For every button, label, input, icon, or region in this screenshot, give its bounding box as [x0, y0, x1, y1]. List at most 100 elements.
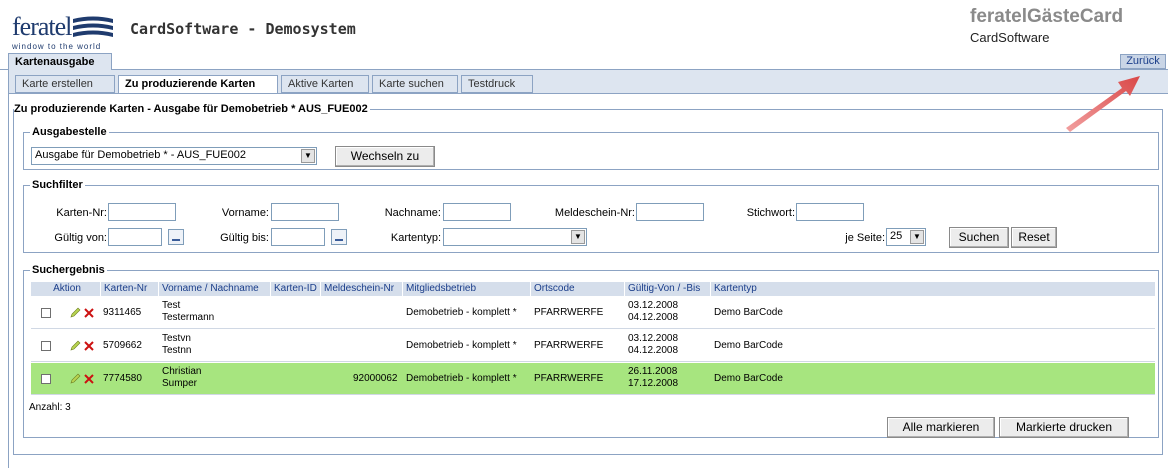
cell-gueltig-von: 03.12.2008	[628, 333, 679, 344]
annotation-arrow-icon	[1066, 76, 1140, 132]
top-tab-strip: Kartenausgabe Zurück	[0, 53, 1168, 70]
ausgabestelle-select-value: Ausgabe für Demobetrieb * - AUS_FUE002	[35, 149, 246, 161]
cell-mitgliedsbetrieb: Demobetrieb - komplett *	[406, 307, 517, 318]
cell-gueltig-bis: 17.12.2008	[628, 378, 679, 389]
tab-karte-erstellen[interactable]: Karte erstellen	[15, 75, 115, 93]
ausgabestelle-legend: Ausgabestelle	[32, 126, 107, 138]
cell-karten-nr: 7774580	[103, 373, 142, 384]
row-checkbox[interactable]	[41, 374, 51, 384]
col-ortscode[interactable]: Ortscode	[531, 282, 625, 296]
cell-vorname: Testvn	[162, 333, 191, 344]
cell-nachname: Testermann	[162, 312, 215, 323]
tab-testdruck[interactable]: Testdruck	[461, 75, 533, 93]
cell-nachname: Testnn	[162, 345, 192, 356]
gueltig-von-label: Gültig von:	[54, 232, 107, 244]
pencil-icon[interactable]	[69, 307, 81, 319]
col-name[interactable]: Vorname / Nachname	[159, 282, 271, 296]
cell-kartentyp: Demo BarCode	[714, 340, 783, 351]
je-seite-select[interactable]: 25 ▼	[886, 228, 926, 246]
cell-ortscode: PFARRWERFE	[534, 340, 604, 351]
chevron-down-icon: ▼	[571, 230, 585, 244]
section-title: Zu produzierende Karten - Ausgabe für De…	[14, 103, 368, 115]
delete-icon[interactable]	[83, 373, 95, 385]
col-karten-id[interactable]: Karten-ID	[271, 282, 321, 296]
col-mitgliedsbetrieb[interactable]: Mitgliedsbetrieb	[403, 282, 531, 296]
chevron-down-icon: ▼	[910, 230, 924, 244]
delete-icon[interactable]	[83, 307, 95, 319]
kartentyp-select[interactable]: ▼	[443, 228, 587, 246]
karten-nr-label: Karten-Nr:	[56, 207, 107, 219]
logo-tagline: window to the world	[12, 42, 102, 51]
brand-subtitle: CardSoftware	[970, 30, 1050, 45]
je-seite-value: 25	[890, 230, 903, 242]
cell-kartentyp: Demo BarCode	[714, 373, 783, 384]
delete-icon[interactable]	[83, 340, 95, 352]
cell-gueltig-bis: 04.12.2008	[628, 312, 679, 323]
suchfilter-legend: Suchfilter	[32, 179, 83, 191]
tab-aktive-karten[interactable]: Aktive Karten	[281, 75, 369, 93]
meldeschein-nr-input[interactable]	[636, 203, 704, 221]
table-row: 9311465 Test Testermann Demobetrieb - ko…	[31, 297, 1155, 329]
pencil-icon[interactable]	[69, 373, 81, 385]
vorname-label: Vorname:	[221, 207, 269, 219]
cell-meldeschein-nr: 92000062	[353, 373, 398, 384]
main-content: Karte erstellen Zu produzierende Karten …	[8, 70, 1168, 468]
app-header: feratel window to the world CardSoftware…	[0, 0, 1168, 51]
col-meldeschein-nr[interactable]: Meldeschein-Nr	[321, 282, 403, 296]
results-table-header: Aktion Karten-Nr Vorname / Nachname Kart…	[31, 282, 1155, 296]
je-seite-label: je Seite:	[845, 232, 885, 244]
row-checkbox[interactable]	[41, 308, 51, 318]
logo-stripes-icon	[73, 16, 113, 37]
col-karten-nr[interactable]: Karten-Nr	[101, 282, 159, 296]
cell-mitgliedsbetrieb: Demobetrieb - komplett *	[406, 373, 517, 384]
cell-gueltig-bis: 04.12.2008	[628, 345, 679, 356]
calendar-icon[interactable]	[331, 229, 347, 245]
tab-kartenausgabe[interactable]: Kartenausgabe	[8, 53, 112, 70]
cell-vorname: Test	[162, 300, 181, 311]
app-title: CardSoftware - Demosystem	[130, 20, 356, 38]
kartentyp-label: Kartentyp:	[390, 232, 441, 244]
logo-wordmark: feratel	[12, 12, 72, 41]
content-panel: Zu produzierende Karten - Ausgabe für De…	[9, 93, 1168, 468]
meldeschein-nr-label: Meldeschein-Nr:	[554, 207, 635, 219]
result-count: Anzahl: 3	[29, 402, 71, 413]
brand-title: feratelGästeCard	[970, 6, 1124, 27]
gueltig-bis-input[interactable]	[271, 228, 325, 246]
cell-ortscode: PFARRWERFE	[534, 307, 604, 318]
cell-gueltig-von: 03.12.2008	[628, 300, 679, 311]
suchergebnis-legend: Suchergebnis	[32, 264, 105, 276]
row-checkbox[interactable]	[41, 341, 51, 351]
cell-gueltig-von: 26.11.2008	[628, 366, 678, 377]
reset-button[interactable]: Reset	[1011, 227, 1057, 248]
gueltig-von-input[interactable]	[108, 228, 162, 246]
table-row-selected: 7774580 Christian Sumper 92000062 Demobe…	[31, 363, 1155, 395]
gueltig-bis-label: Gültig bis:	[220, 232, 269, 244]
markierte-drucken-button[interactable]: Markierte drucken	[999, 417, 1129, 438]
vorname-input[interactable]	[271, 203, 339, 221]
suchen-button[interactable]: Suchen	[949, 227, 1009, 248]
pencil-icon[interactable]	[69, 340, 81, 352]
col-gueltig[interactable]: Gültig-Von / -Bis	[625, 282, 711, 296]
brand-block: feratelGästeCard CardSoftware	[970, 6, 1160, 45]
table-row: 5709662 Testvn Testnn Demobetrieb - komp…	[31, 330, 1155, 362]
back-button[interactable]: Zurück	[1120, 54, 1166, 69]
nachname-label: Nachname:	[384, 207, 441, 219]
cell-karten-nr: 9311465	[103, 307, 142, 318]
karten-nr-input[interactable]	[108, 203, 176, 221]
stichwort-label: Stichwort:	[746, 207, 795, 219]
col-kartentyp[interactable]: Kartentyp	[711, 282, 1155, 296]
cell-ortscode: PFARRWERFE	[534, 373, 604, 384]
chevron-down-icon: ▼	[301, 149, 315, 163]
alle-markieren-button[interactable]: Alle markieren	[887, 417, 995, 438]
ausgabestelle-select[interactable]: Ausgabe für Demobetrieb * - AUS_FUE002 ▼	[31, 147, 317, 165]
cell-kartentyp: Demo BarCode	[714, 307, 783, 318]
tab-karte-suchen[interactable]: Karte suchen	[372, 75, 458, 93]
stichwort-input[interactable]	[796, 203, 864, 221]
wechseln-zu-button[interactable]: Wechseln zu	[335, 146, 435, 167]
cell-vorname: Christian	[162, 366, 202, 377]
cell-mitgliedsbetrieb: Demobetrieb - komplett *	[406, 340, 517, 351]
cell-karten-nr: 5709662	[103, 340, 142, 351]
nachname-input[interactable]	[443, 203, 511, 221]
tab-zu-produzierende-karten[interactable]: Zu produzierende Karten	[118, 75, 278, 94]
calendar-icon[interactable]	[168, 229, 184, 245]
